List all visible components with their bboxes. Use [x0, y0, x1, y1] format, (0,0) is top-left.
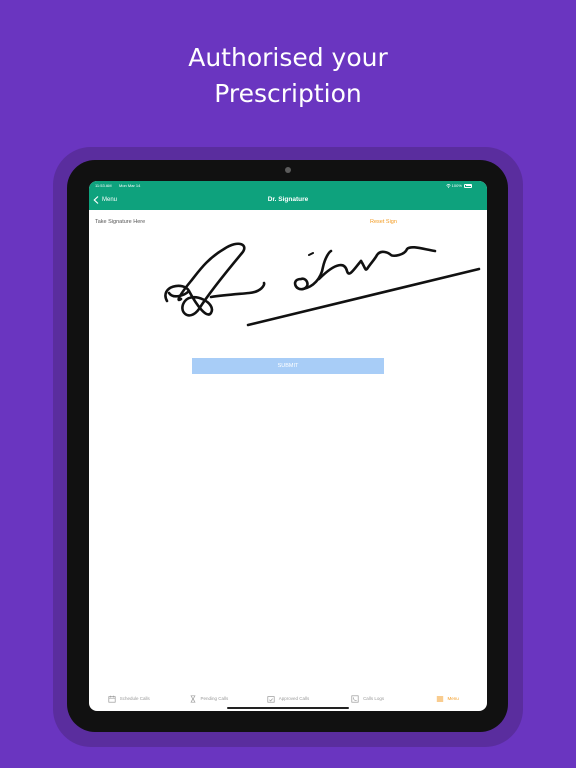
- tab-menu-label: Menu: [447, 696, 459, 701]
- page-title: Dr. Signature: [267, 196, 309, 203]
- navigation-bar: Menu Dr. Signature: [89, 190, 487, 210]
- battery-percent: 100%: [451, 183, 462, 188]
- chevron-left-icon: [93, 196, 99, 204]
- tab-schedule-calls[interactable]: Schedule Calls: [89, 686, 169, 711]
- menu-icon: [436, 696, 443, 701]
- status-right: 100%: [445, 181, 472, 190]
- back-button-label: Menu: [102, 197, 118, 203]
- signature-drawing: [164, 242, 481, 327]
- hourglass-icon: [190, 694, 195, 703]
- wifi-icon: [445, 184, 451, 188]
- tab-schedule-calls-label: Schedule Calls: [119, 696, 150, 701]
- phone-log-icon: [351, 694, 359, 703]
- camera-icon: [285, 167, 291, 173]
- submit-button[interactable]: SUBMIT: [192, 358, 384, 374]
- home-indicator[interactable]: [227, 707, 349, 709]
- battery-icon: [464, 183, 472, 188]
- signature-pad[interactable]: [89, 231, 487, 351]
- tab-approved-calls-label: Approved Calls: [278, 696, 310, 701]
- status-date: Mon Mar 14: [119, 183, 141, 188]
- tab-calls-logs-label: Calls Logs: [363, 696, 385, 701]
- promo-headline: Authorised your Prescription: [0, 40, 576, 112]
- headline-line-1: Authorised your: [188, 43, 388, 72]
- signature-label: Take Signature Here: [95, 219, 146, 225]
- reset-sign-button[interactable]: Reset Sign: [370, 219, 397, 225]
- headline-line-2: Prescription: [214, 79, 362, 108]
- approved-calendar-icon: [267, 695, 275, 703]
- back-button[interactable]: Menu: [93, 190, 117, 210]
- status-time: 11:53 AM: [95, 183, 112, 188]
- tab-pending-calls-label: Pending Calls: [200, 696, 229, 701]
- tab-menu[interactable]: Menu: [407, 686, 487, 711]
- calendar-icon: [108, 695, 116, 703]
- app-screen: 11:53 AM Mon Mar 14 100% Menu Dr. Signat…: [89, 181, 487, 711]
- status-bar: 11:53 AM Mon Mar 14 100%: [89, 181, 487, 190]
